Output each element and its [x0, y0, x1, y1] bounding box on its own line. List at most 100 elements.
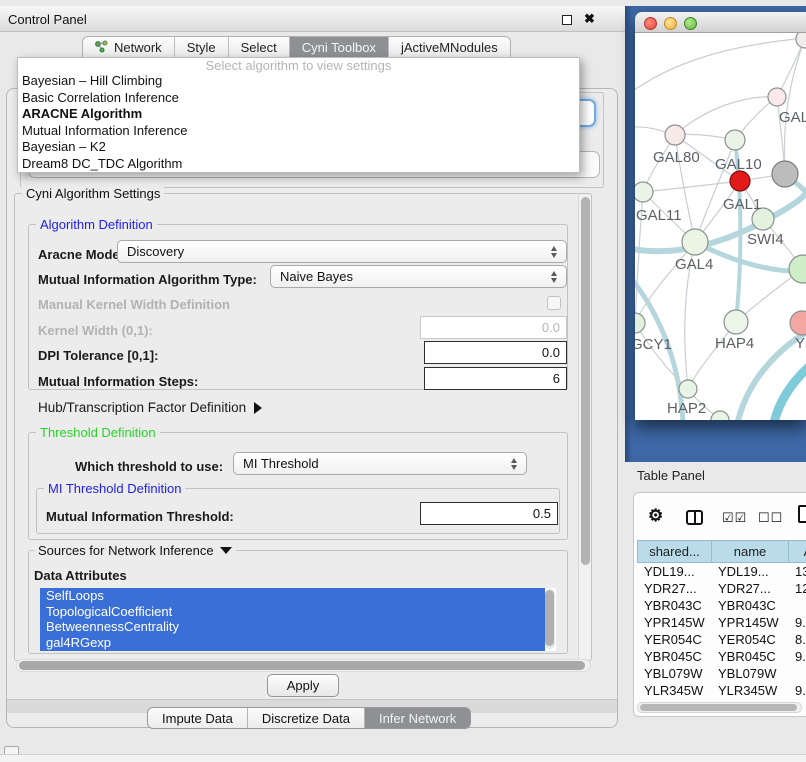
attribute-item[interactable]: gal4RGexp: [40, 635, 545, 651]
table-row[interactable]: YDR27... YDR27... 12: [637, 580, 806, 597]
tab-jactive-label: jActiveMNodules: [401, 40, 498, 55]
settings-horizontal-scrollbar[interactable]: [16, 659, 591, 672]
table-row[interactable]: YPR145W YPR145W 9.: [637, 614, 806, 631]
dpi-tolerance-field[interactable]: [424, 341, 567, 364]
dropdown-item-selected[interactable]: ARACNE Algorithm: [18, 106, 579, 123]
tab-select[interactable]: Select: [229, 37, 290, 58]
tab-style[interactable]: Style: [175, 37, 229, 58]
attributes-scrollbar[interactable]: [545, 589, 555, 649]
cell-name: YER054C: [711, 631, 788, 648]
deselect-all-checks-icon[interactable]: ☐☐: [758, 510, 783, 526]
which-threshold-combobox[interactable]: MI Threshold: [233, 452, 527, 475]
cell-name: YBL079W: [711, 665, 788, 682]
window-close-icon[interactable]: [644, 17, 657, 30]
sources-title-label: Sources for Network Inference: [38, 543, 214, 558]
cell-shared: YBR045C: [637, 648, 711, 665]
table-row[interactable]: YBL079W YBL079W: [637, 665, 806, 682]
node-big-green: [789, 255, 806, 283]
node-label: GAL1: [723, 196, 761, 213]
table-row[interactable]: YLR345W YLR345W 9.: [637, 682, 806, 699]
bottom-panel-strip: [0, 754, 806, 762]
control-panel-title: Control Panel: [8, 12, 87, 27]
sources-title[interactable]: Sources for Network Inference: [34, 543, 236, 558]
settings-vertical-scrollbar[interactable]: [578, 195, 591, 659]
table-row[interactable]: YER054C YER054C 8.: [637, 631, 806, 648]
mi-steps-field[interactable]: [424, 367, 567, 390]
cell-name: YBR045C: [711, 648, 788, 665]
attributes-scroll-thumb[interactable]: [545, 590, 554, 646]
mi-type-value: Naive Bayes: [280, 269, 353, 284]
tab-impute-data[interactable]: Impute Data: [148, 708, 248, 728]
cell-value: 9.: [788, 682, 806, 699]
stepper-icon: [511, 458, 517, 470]
network-window[interactable]: GAL80 GAL10 GAL1 GAL11 SWI4 GAL4 GCY1 HA…: [635, 12, 806, 420]
hub-definition-toggle[interactable]: Hub/Transcription Factor Definition: [38, 400, 262, 415]
node-label: GAL11: [636, 207, 682, 224]
network-window-titlebar[interactable]: [635, 12, 806, 33]
settings-vscroll-thumb[interactable]: [581, 197, 590, 565]
attribute-item[interactable]: TopologicalCoefficient: [40, 604, 545, 620]
table-row[interactable]: YBR043C YBR043C: [637, 597, 806, 614]
tab-discretize-data[interactable]: Discretize Data: [248, 708, 365, 728]
columns-icon[interactable]: [686, 510, 703, 525]
float-window-icon[interactable]: [562, 15, 572, 25]
network-canvas[interactable]: GAL80 GAL10 GAL1 GAL11 SWI4 GAL4 GCY1 HA…: [635, 33, 806, 420]
window-minimize-icon[interactable]: [664, 17, 677, 30]
attribute-item[interactable]: BetweennessCentrality: [40, 619, 545, 635]
close-icon[interactable]: ✖: [584, 11, 595, 27]
stepper-icon: [551, 246, 557, 258]
node-label: GAL: [779, 109, 806, 126]
cell-shared: YPR145W: [637, 614, 711, 631]
network-nodes: [635, 33, 806, 420]
table-panel-title: Table Panel: [637, 468, 705, 483]
tab-infer-network[interactable]: Infer Network: [365, 708, 470, 728]
cell-value: [788, 597, 806, 614]
cell-value: 13: [788, 563, 806, 580]
tab-jactivemnodules[interactable]: jActiveMNodules: [389, 37, 510, 58]
settings-hscroll-thumb[interactable]: [19, 661, 585, 670]
kernel-width-label: Kernel Width (0,1):: [38, 323, 153, 338]
node-hap4: [724, 310, 748, 334]
aracne-mode-value: Discovery: [127, 244, 184, 259]
node-label: GAL10: [715, 156, 762, 173]
column-header-shared-name[interactable]: shared...: [637, 540, 711, 563]
manual-kernel-checkbox[interactable]: [547, 296, 561, 310]
manual-kernel-label: Manual Kernel Width Definition: [38, 297, 230, 312]
mi-type-label: Mutual Information Algorithm Type:: [38, 272, 257, 287]
gear-icon[interactable]: ⚙: [648, 506, 663, 526]
node-hap2: [679, 380, 697, 398]
column-header-clipped[interactable]: A: [788, 540, 806, 563]
window-zoom-icon[interactable]: [684, 17, 697, 30]
export-table-icon[interactable]: [798, 505, 806, 523]
collapse-down-icon[interactable]: [220, 547, 232, 554]
node-top-right: [796, 33, 806, 48]
tab-cyni-toolbox[interactable]: Cyni Toolbox: [290, 37, 389, 58]
kernel-width-field[interactable]: [420, 316, 567, 339]
cell-name: YDL19...: [711, 563, 788, 580]
mi-threshold-field[interactable]: [420, 502, 558, 525]
table-row[interactable]: YBR045C YBR045C 9.: [637, 648, 806, 665]
node-gal1: [730, 171, 750, 191]
table-hscroll-thumb[interactable]: [640, 704, 797, 711]
mi-steps-label: Mutual Information Steps:: [38, 374, 198, 389]
table-header: shared... name A: [637, 540, 806, 563]
select-all-checks-icon[interactable]: ☑☑: [722, 510, 747, 526]
tab-network[interactable]: Network: [83, 37, 175, 58]
dropdown-item[interactable]: Dream8 DC_TDC Algorithm: [18, 156, 579, 173]
attribute-item[interactable]: SelfLoops: [40, 588, 545, 604]
node-gal4: [682, 229, 708, 255]
aracne-mode-combobox[interactable]: Discovery: [117, 240, 567, 263]
column-header-name[interactable]: name: [711, 540, 788, 563]
mi-threshold-definition-title: MI Threshold Definition: [44, 481, 185, 496]
dropdown-item[interactable]: Mutual Information Inference: [18, 123, 579, 140]
node-label: GAL80: [653, 149, 700, 166]
dropdown-item[interactable]: Bayesian – K2: [18, 139, 579, 156]
apply-button[interactable]: Apply: [267, 674, 339, 697]
mi-type-combobox[interactable]: Naive Bayes: [270, 265, 567, 288]
cell-value: [788, 665, 806, 682]
dropdown-item[interactable]: Basic Correlation Inference: [18, 90, 579, 107]
expand-right-icon[interactable]: [254, 402, 262, 414]
table-row[interactable]: YDL19... YDL19... 13: [637, 563, 806, 580]
table-horizontal-scrollbar[interactable]: [637, 702, 802, 713]
dropdown-item[interactable]: Bayesian – Hill Climbing: [18, 73, 579, 90]
